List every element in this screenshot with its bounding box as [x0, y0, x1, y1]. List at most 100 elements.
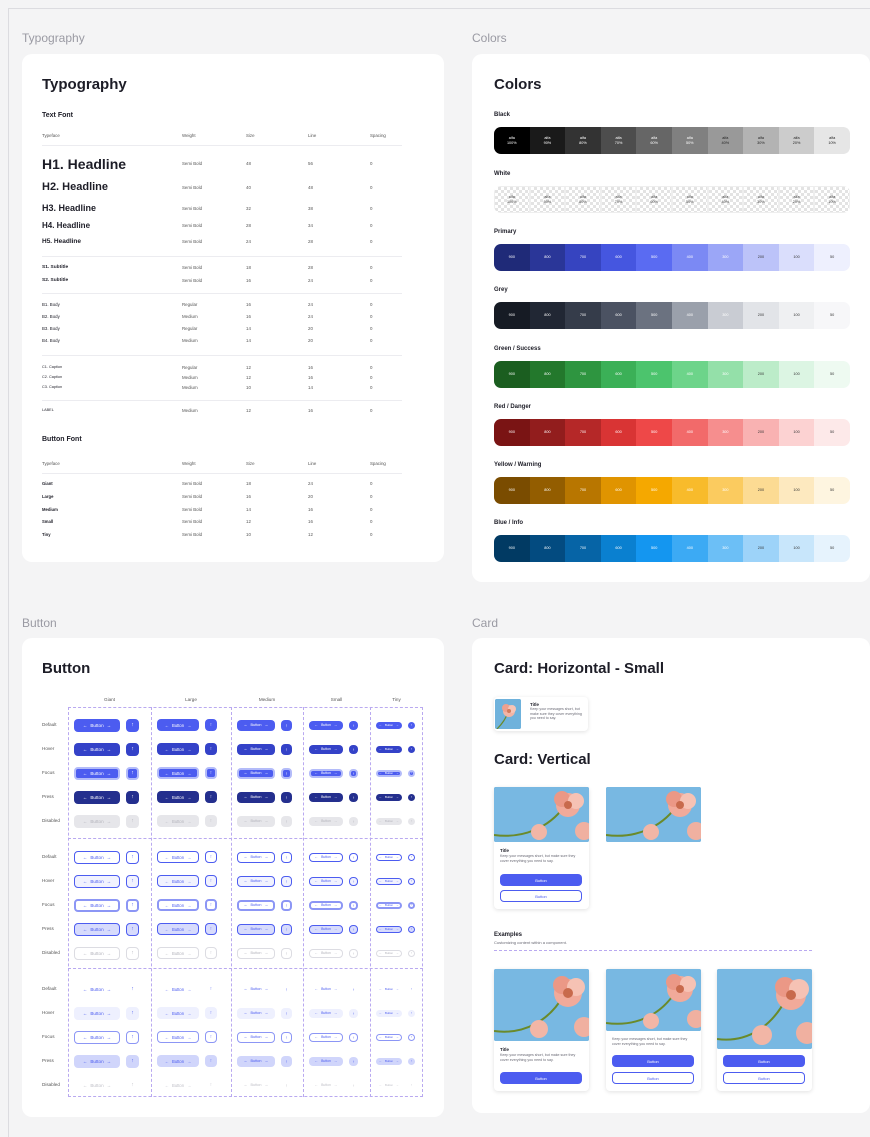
button-filled-tiny-focus[interactable]: ← Button → — [376, 769, 402, 777]
button-filled-tiny-disabled[interactable]: ← Button → — [376, 817, 402, 825]
button-filled-tiny-press[interactable]: ← Button → — [376, 793, 402, 801]
icon-button-ghost-giant-default[interactable]: ↑ — [126, 983, 139, 996]
button-outline-tiny-focus[interactable]: ← Button → — [376, 901, 402, 909]
button-ghost-tiny-press[interactable]: ← Button → — [376, 1057, 402, 1065]
button-outline-giant-press[interactable]: ← Button → — [74, 922, 120, 936]
button-filled-medium-press[interactable]: ← Button → — [237, 791, 275, 803]
icon-button-filled-medium-focus[interactable]: ↑ — [281, 767, 292, 779]
button-filled-medium-default[interactable]: ← Button → — [237, 719, 275, 731]
button-filled-large-press[interactable]: ← Button → — [157, 791, 199, 803]
color-swatch[interactable]: 500 — [636, 361, 672, 388]
icon-button-filled-large-default[interactable]: ↑ — [205, 719, 217, 731]
button-filled-small-hover[interactable]: ← Button → — [309, 744, 343, 754]
color-swatch[interactable]: 50 — [814, 361, 850, 388]
color-swatch[interactable]: 800 — [529, 302, 566, 329]
color-swatch[interactable]: 50 — [814, 302, 850, 329]
color-swatch[interactable]: 900 — [494, 302, 530, 329]
color-swatch[interactable]: 700 — [565, 419, 601, 446]
button-outline-tiny-disabled[interactable]: ← Button → — [376, 949, 402, 957]
icon-button-filled-giant-disabled[interactable]: ↑ — [126, 814, 139, 828]
icon-button-filled-medium-default[interactable]: ↑ — [281, 719, 292, 731]
icon-button-ghost-tiny-hover[interactable]: ↑ — [408, 1009, 415, 1017]
horizontal-card[interactable]: Title Keep your messages short, but make… — [494, 697, 588, 731]
button-filled-giant-default[interactable]: ← Button → — [74, 718, 120, 732]
color-swatch[interactable]: 200 — [743, 302, 779, 329]
color-swatch[interactable]: 900 — [494, 361, 530, 388]
icon-button-outline-tiny-focus[interactable]: ↑ — [408, 901, 415, 909]
color-swatch[interactable]: 400 — [671, 477, 708, 504]
color-swatch[interactable]: 200 — [743, 244, 779, 271]
button-ghost-medium-default[interactable]: ← Button → — [237, 984, 275, 995]
button-ghost-giant-press[interactable]: ← Button → — [74, 1054, 120, 1068]
color-swatch[interactable]: 200 — [743, 361, 779, 388]
button-outline-large-press[interactable]: ← Button → — [157, 923, 199, 935]
icon-button-ghost-medium-focus[interactable]: ↑ — [281, 1031, 292, 1043]
color-swatch[interactable]: alfa 80% — [565, 127, 601, 154]
icon-button-ghost-small-default[interactable]: ↑ — [349, 985, 358, 994]
color-swatch[interactable]: 100 — [778, 244, 815, 271]
color-swatch[interactable]: 100 — [778, 302, 815, 329]
button-ghost-giant-disabled[interactable]: ← Button → — [74, 1079, 120, 1092]
color-swatch[interactable]: 600 — [600, 477, 637, 504]
button-outline-giant-hover[interactable]: ← Button → — [74, 874, 120, 888]
color-swatch[interactable]: alfa 100% — [494, 127, 530, 154]
icon-button-filled-giant-default[interactable]: ↑ — [126, 718, 139, 732]
color-swatch[interactable]: alfa 50% — [671, 186, 708, 213]
button-filled-giant-hover[interactable]: ← Button → — [74, 742, 120, 756]
card-secondary-button[interactable]: Button — [723, 1072, 805, 1084]
color-swatch[interactable]: 600 — [600, 244, 637, 271]
icon-button-filled-medium-press[interactable]: ↑ — [281, 791, 292, 803]
color-swatch[interactable]: alfa 40% — [707, 186, 744, 213]
color-swatch[interactable]: 100 — [778, 361, 815, 388]
color-swatch[interactable]: 600 — [600, 419, 637, 446]
icon-button-outline-small-focus[interactable]: ↑ — [349, 900, 358, 910]
color-swatch[interactable]: alfa 30% — [743, 186, 779, 213]
icon-button-ghost-small-disabled[interactable]: ↑ — [349, 1081, 358, 1090]
color-swatch[interactable]: alfa 70% — [600, 186, 637, 213]
color-swatch[interactable]: 600 — [600, 535, 637, 562]
color-swatch[interactable]: 700 — [565, 477, 601, 504]
icon-button-outline-large-default[interactable]: ↑ — [205, 851, 217, 863]
example-card-1[interactable]: Title Keep your messages short, but make… — [494, 969, 589, 1091]
button-outline-medium-disabled[interactable]: ← Button → — [237, 947, 275, 959]
color-swatch[interactable]: alfa 60% — [636, 186, 672, 213]
button-ghost-large-default[interactable]: ← Button → — [157, 983, 199, 995]
color-swatch[interactable]: 800 — [529, 361, 566, 388]
color-swatch[interactable]: alfa 70% — [600, 127, 637, 154]
button-ghost-tiny-disabled[interactable]: ← Button → — [376, 1082, 402, 1089]
button-ghost-large-focus[interactable]: ← Button → — [157, 1031, 199, 1043]
color-swatch[interactable]: 300 — [707, 361, 744, 388]
button-outline-small-disabled[interactable]: ← Button → — [309, 948, 343, 958]
color-swatch[interactable]: alfa 40% — [707, 127, 744, 154]
card-primary-button[interactable]: Button — [500, 874, 582, 886]
example-card-2[interactable]: Keep your messages short, but make sure … — [606, 969, 701, 1091]
button-ghost-giant-hover[interactable]: ← Button → — [74, 1006, 120, 1020]
button-filled-large-disabled[interactable]: ← Button → — [157, 815, 199, 827]
button-ghost-giant-default[interactable]: ← Button → — [74, 983, 120, 996]
color-swatch[interactable]: 300 — [707, 244, 744, 271]
button-outline-small-default[interactable]: ← Button → — [309, 852, 343, 862]
icon-button-ghost-small-hover[interactable]: ↑ — [349, 1008, 358, 1018]
button-outline-giant-focus[interactable]: ← Button → — [74, 898, 120, 912]
color-swatch[interactable]: 800 — [529, 535, 566, 562]
icon-button-ghost-medium-press[interactable]: ↑ — [281, 1055, 292, 1067]
button-outline-large-default[interactable]: ← Button → — [157, 851, 199, 863]
button-ghost-large-hover[interactable]: ← Button → — [157, 1007, 199, 1019]
color-swatch[interactable]: 300 — [707, 302, 744, 329]
button-ghost-medium-hover[interactable]: ← Button → — [237, 1007, 275, 1019]
icon-button-outline-giant-default[interactable]: ↑ — [126, 850, 139, 864]
card-secondary-button[interactable]: Button — [500, 890, 582, 902]
icon-button-outline-medium-default[interactable]: ↑ — [281, 851, 292, 863]
button-outline-tiny-hover[interactable]: ← Button → — [376, 877, 402, 885]
icon-button-ghost-large-hover[interactable]: ↑ — [205, 1007, 217, 1019]
icon-button-outline-large-hover[interactable]: ↑ — [205, 875, 217, 887]
color-swatch[interactable]: 300 — [707, 419, 744, 446]
button-outline-small-focus[interactable]: ← Button → — [309, 900, 343, 910]
color-swatch[interactable]: 400 — [671, 361, 708, 388]
color-swatch[interactable]: alfa 100% — [494, 186, 530, 213]
color-swatch[interactable]: 800 — [529, 244, 566, 271]
button-filled-giant-press[interactable]: ← Button → — [74, 790, 120, 804]
color-swatch[interactable]: 900 — [494, 535, 530, 562]
button-outline-large-hover[interactable]: ← Button → — [157, 875, 199, 887]
color-swatch[interactable]: 300 — [707, 535, 744, 562]
